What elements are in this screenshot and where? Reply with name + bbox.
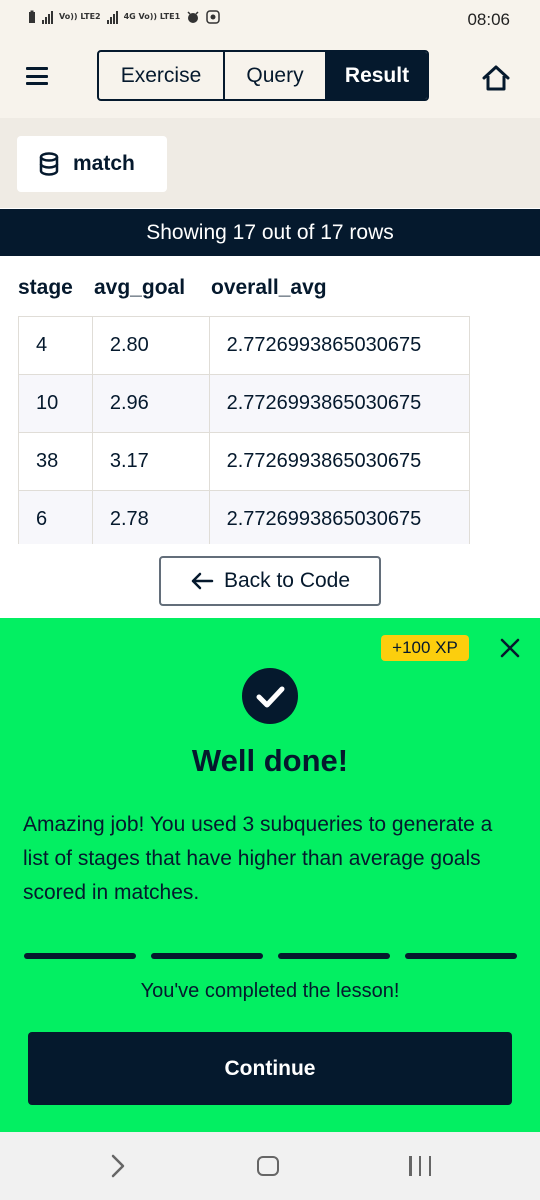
- checkmark-circle-icon: [242, 668, 298, 724]
- table-cell: 6: [19, 491, 93, 544]
- table-cell: 10: [19, 375, 93, 432]
- table-cell: 2.78: [93, 491, 210, 544]
- back-to-code-button[interactable]: Back to Code: [159, 556, 381, 606]
- table-cell: 2.7726993865030675: [210, 433, 470, 490]
- column-header-overall-avg: overall_avg: [211, 276, 327, 299]
- table-cell: 2.80: [93, 317, 210, 374]
- column-header-stage: stage: [18, 276, 73, 299]
- network-label-1: Vo)) LTE2: [59, 12, 101, 21]
- table-cell: 2.96: [93, 375, 210, 432]
- view-tabs: Exercise Query Result: [97, 50, 429, 101]
- database-icon: [39, 152, 59, 176]
- table-name: match: [73, 152, 135, 175]
- result-table[interactable]: 4 2.80 2.7726993865030675 10 2.96 2.7726…: [18, 316, 470, 544]
- table-row: 6 2.78 2.7726993865030675: [19, 491, 470, 544]
- table-cell: 2.7726993865030675: [210, 491, 470, 544]
- system-nav-bar: [0, 1132, 540, 1200]
- battery-icon: [29, 10, 35, 23]
- arrow-left-icon: [191, 572, 214, 590]
- results-panel: match Showing 17 out of 17 rows stage av…: [0, 118, 540, 618]
- nav-recent-apps-icon[interactable]: [409, 1156, 431, 1176]
- lesson-progress-bar: [24, 953, 517, 959]
- table-row: 38 3.17 2.7726993865030675: [19, 433, 470, 491]
- network-label-2: 4G Vo)) LTE1: [123, 12, 181, 21]
- continue-button[interactable]: Continue: [28, 1032, 512, 1105]
- progress-segment: [151, 953, 263, 959]
- progress-segment: [405, 953, 517, 959]
- alarm-icon: [187, 11, 199, 23]
- table-cell: 4: [19, 317, 93, 374]
- close-icon[interactable]: [498, 636, 522, 660]
- table-cell: 2.7726993865030675: [210, 317, 470, 374]
- lesson-completed-text: You've completed the lesson!: [140, 980, 400, 1002]
- table-cell: 2.7726993865030675: [210, 375, 470, 432]
- app-notification-icon: [206, 10, 220, 24]
- results-toolbar: match: [0, 118, 540, 208]
- table-cell: 3.17: [93, 433, 210, 490]
- xp-badge: +100 XP: [381, 635, 469, 661]
- column-header-avg-goal: avg_goal: [94, 276, 186, 299]
- nav-back-icon[interactable]: [108, 1154, 128, 1178]
- signal-icon: [42, 10, 53, 24]
- signal-icon-2: [106, 10, 118, 24]
- tab-exercise[interactable]: Exercise: [99, 52, 225, 99]
- tab-result[interactable]: Result: [327, 52, 427, 99]
- success-message: Amazing job! You used 3 subqueries to ge…: [23, 813, 493, 904]
- home-icon[interactable]: [481, 64, 511, 92]
- well-done-title: Well done!: [191, 743, 349, 778]
- rows-count-banner: Showing 17 out of 17 rows: [0, 209, 540, 256]
- table-row: 4 2.80 2.7726993865030675: [19, 317, 470, 375]
- table-chip-match[interactable]: match: [17, 136, 167, 192]
- tab-query[interactable]: Query: [225, 52, 327, 99]
- status-time: 08:06: [467, 10, 510, 29]
- app-header: Exercise Query Result: [0, 40, 540, 118]
- lesson-complete-panel: +100 XP Well done! Amazing job! You used…: [0, 618, 540, 1132]
- progress-segment: [24, 953, 136, 959]
- table-cell: 38: [19, 433, 93, 490]
- status-icons: Vo)) LTE2 4G Vo)) LTE1: [28, 10, 220, 24]
- table-row: 10 2.96 2.7726993865030675: [19, 375, 470, 433]
- status-bar: Vo)) LTE2 4G Vo)) LTE1 08:06: [0, 0, 540, 40]
- nav-home-icon[interactable]: [257, 1156, 279, 1176]
- progress-segment: [278, 953, 390, 959]
- hamburger-menu-icon[interactable]: [26, 67, 48, 85]
- back-to-code-label: Back to Code: [223, 569, 351, 592]
